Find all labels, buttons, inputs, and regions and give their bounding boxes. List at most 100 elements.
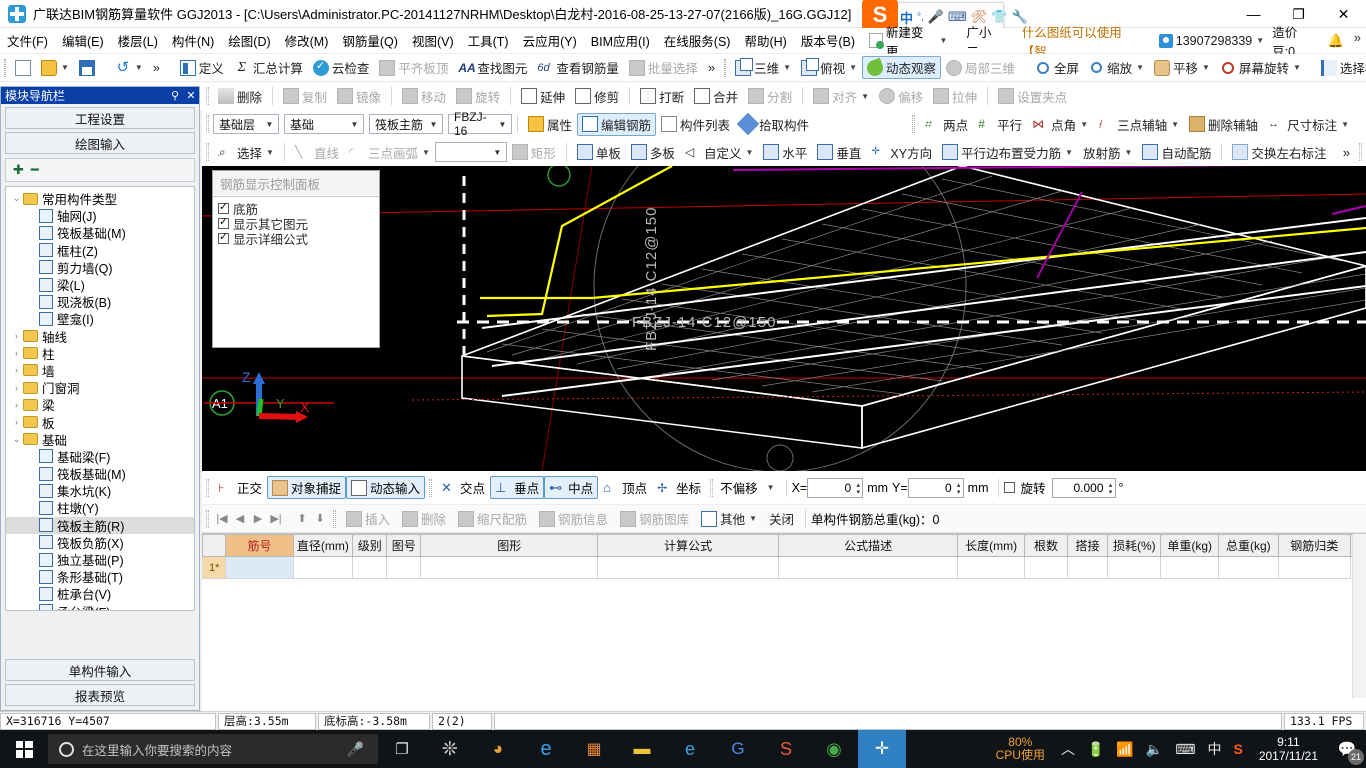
arc-chevron-down-icon[interactable]: ▼ bbox=[422, 148, 430, 157]
midpoint-snap-toggle[interactable]: ⊷中点 bbox=[544, 476, 598, 499]
rebar-table[interactable]: 筋号直径(mm)级别图号图形计算公式公式描述长度(mm)根数搭接损耗(%)单重(… bbox=[202, 534, 1366, 579]
offset-chevron-down-icon[interactable]: ▼ bbox=[767, 483, 775, 492]
pick-component-button[interactable]: 拾取构件 bbox=[735, 113, 814, 136]
notification-center-button[interactable]: 💬 21 bbox=[1328, 730, 1366, 768]
collapse-all-icon[interactable]: ━ bbox=[31, 162, 39, 178]
top-view-chevron-down-icon[interactable]: ▼ bbox=[849, 63, 857, 72]
open-chevron-down-icon[interactable]: ▼ bbox=[61, 63, 69, 72]
toolbar-right-overflow[interactable]: » bbox=[703, 58, 720, 77]
line-button[interactable]: ╲直线 bbox=[290, 141, 344, 164]
offset-button[interactable]: 偏移 bbox=[874, 85, 928, 108]
table-col-header[interactable]: 损耗(%) bbox=[1108, 535, 1161, 557]
tree-item[interactable]: 现浇板(B) bbox=[6, 293, 194, 310]
three-point-arc-button[interactable]: ◜三点画弧▼ bbox=[344, 141, 435, 164]
component-tree[interactable]: ⌄常用构件类型轴网(J)筏板基础(M)框柱(Z)剪力墙(Q)梁(L)现浇板(B)… bbox=[5, 186, 195, 611]
dimension-chevron-down-icon[interactable]: ▼ bbox=[1341, 120, 1349, 129]
vertex-snap-toggle[interactable]: ⌂顶点 bbox=[598, 476, 652, 499]
tree-item[interactable]: 承台梁(F) bbox=[6, 603, 194, 612]
offset-grip[interactable] bbox=[710, 479, 713, 497]
x-offset-input[interactable]: 0 bbox=[807, 478, 863, 498]
single-slab-button[interactable]: 单板 bbox=[572, 141, 626, 164]
volume-icon[interactable]: 🔈 bbox=[1140, 741, 1169, 758]
table-cell[interactable] bbox=[1108, 557, 1161, 579]
table-col-header[interactable]: 搭接 bbox=[1067, 535, 1107, 557]
delete-row-button[interactable]: 删除 bbox=[396, 507, 452, 530]
tree-item[interactable]: 柱墩(Y) bbox=[6, 499, 194, 516]
menu-component[interactable]: 构件(N) bbox=[165, 28, 221, 53]
offset-mode-label[interactable]: 不偏移 bbox=[717, 478, 761, 497]
tree-item[interactable]: 筏板主筋(R) bbox=[6, 517, 194, 534]
tree-item[interactable]: 梁(L) bbox=[6, 276, 194, 293]
view-3d-button[interactable]: 三维▼ bbox=[730, 56, 796, 79]
table-cell[interactable] bbox=[1278, 557, 1350, 579]
set-grip-button[interactable]: 设置夹点 bbox=[993, 85, 1072, 108]
report-preview-button[interactable]: 报表预览 bbox=[5, 684, 195, 706]
top-view-button[interactable]: 俯视▼ bbox=[796, 56, 862, 79]
chevron-right-icon[interactable]: › bbox=[10, 365, 23, 375]
component-list-button[interactable]: 构件列表 bbox=[656, 113, 735, 136]
component-chevron-down-icon[interactable]: ▼ bbox=[496, 120, 509, 129]
rectangle-button[interactable]: 矩形 bbox=[507, 141, 561, 164]
undo-button[interactable]: ↺▼ bbox=[110, 58, 148, 78]
checkbox-show-detailed-formula[interactable] bbox=[218, 233, 229, 244]
ime-indicator[interactable]: 中 bbox=[1201, 739, 1227, 759]
object-snap-toggle[interactable]: 对象捕捉 bbox=[267, 476, 346, 499]
chevron-down-icon[interactable]: ▼ bbox=[940, 36, 948, 45]
horizontal-button[interactable]: 水平 bbox=[758, 141, 812, 164]
rebar-display-control-panel[interactable]: 钢筋显示控制面板 底筋 显示其它图元 显示详细公式 bbox=[212, 170, 380, 348]
checkbox-rotate[interactable] bbox=[1004, 482, 1015, 493]
table-col-header[interactable]: 根数 bbox=[1025, 535, 1068, 557]
rotate-chevron-down-icon[interactable]: ▼ bbox=[1293, 63, 1301, 72]
taskbar-app-sogou-browser[interactable]: S bbox=[762, 730, 810, 768]
split-button[interactable]: 分割 bbox=[743, 85, 797, 108]
radial-rebar-button[interactable]: 放射筋▼ bbox=[1078, 141, 1137, 164]
table-cell[interactable] bbox=[353, 557, 387, 579]
chevron-right-icon[interactable]: › bbox=[10, 348, 23, 358]
pin-icon[interactable]: ⚲ bbox=[167, 89, 183, 102]
toolbar-grip[interactable] bbox=[4, 59, 6, 77]
wifi-icon[interactable]: 📶 bbox=[1110, 741, 1139, 758]
parallel-button[interactable]: #平行 bbox=[973, 113, 1027, 136]
table-col-header[interactable]: 图形 bbox=[421, 535, 598, 557]
delete-axis-button[interactable]: 删除辅轴 bbox=[1184, 113, 1263, 136]
tree-item[interactable]: 筏板负筋(X) bbox=[6, 534, 194, 551]
rotate-button[interactable]: 旋转 bbox=[451, 85, 505, 108]
other-button[interactable]: 其他▼ bbox=[695, 507, 763, 530]
align-button[interactable]: 对齐▼ bbox=[808, 85, 874, 108]
custom-chevron-down-icon[interactable]: ▼ bbox=[745, 148, 753, 157]
tree-folder[interactable]: ⌄常用构件类型 bbox=[6, 190, 194, 207]
tree-item[interactable]: 框柱(Z) bbox=[6, 242, 194, 259]
menu-version[interactable]: 版本号(B) bbox=[794, 28, 862, 53]
single-component-input-button[interactable]: 单构件输入 bbox=[5, 659, 195, 681]
pan-button[interactable]: 平移▼ bbox=[1149, 56, 1215, 79]
zoom-chevron-down-icon[interactable]: ▼ bbox=[1136, 63, 1144, 72]
screen-rotate-button[interactable]: 屏幕旋转▼ bbox=[1215, 56, 1306, 79]
task-view-button[interactable]: ❐ bbox=[378, 730, 426, 768]
table-col-header[interactable]: 公式描述 bbox=[779, 535, 958, 557]
table-cell[interactable] bbox=[226, 557, 293, 579]
taskbar-app-ie[interactable]: e bbox=[666, 730, 714, 768]
pan-chevron-down-icon[interactable]: ▼ bbox=[1202, 63, 1210, 72]
sogou-tray-icon[interactable]: S bbox=[1227, 741, 1248, 757]
three-point-chevron-down-icon[interactable]: ▼ bbox=[1171, 120, 1179, 129]
custom-button[interactable]: ◁自定义▼ bbox=[680, 141, 758, 164]
tree-folder[interactable]: ›板 bbox=[6, 413, 194, 430]
move-button[interactable]: 移动 bbox=[397, 85, 451, 108]
chevron-down-icon[interactable]: ⌄ bbox=[10, 193, 23, 204]
fullscreen-button[interactable]: 全屏 bbox=[1030, 56, 1084, 79]
component-type-select[interactable]: 筏板主筋▼ bbox=[369, 114, 443, 134]
table-col-header[interactable]: 级别 bbox=[353, 535, 387, 557]
table-cell[interactable] bbox=[958, 557, 1025, 579]
tree-item[interactable]: 集水坑(K) bbox=[6, 482, 194, 499]
3d-viewport[interactable]: FBZJ-14 C12@150 FBZJ-14 C12@150 A1 Z Y X… bbox=[202, 166, 1366, 471]
taskbar-app-firefox[interactable]: ◉ bbox=[810, 730, 858, 768]
checkbox-show-other-elements[interactable] bbox=[218, 218, 229, 229]
taskbar-app-explorer[interactable]: ▬ bbox=[618, 730, 666, 768]
swap-annotation-button[interactable]: 交换左右标注 bbox=[1227, 141, 1331, 164]
tree-item[interactable]: 剪力墙(Q) bbox=[6, 259, 194, 276]
extend-button[interactable]: 延伸 bbox=[516, 85, 570, 108]
expand-all-icon[interactable]: ✚ bbox=[13, 162, 24, 178]
taskbar-app-edge[interactable]: e bbox=[522, 730, 570, 768]
chevron-right-icon[interactable]: › bbox=[10, 417, 23, 427]
draw-toolbar-grip[interactable] bbox=[206, 143, 209, 161]
